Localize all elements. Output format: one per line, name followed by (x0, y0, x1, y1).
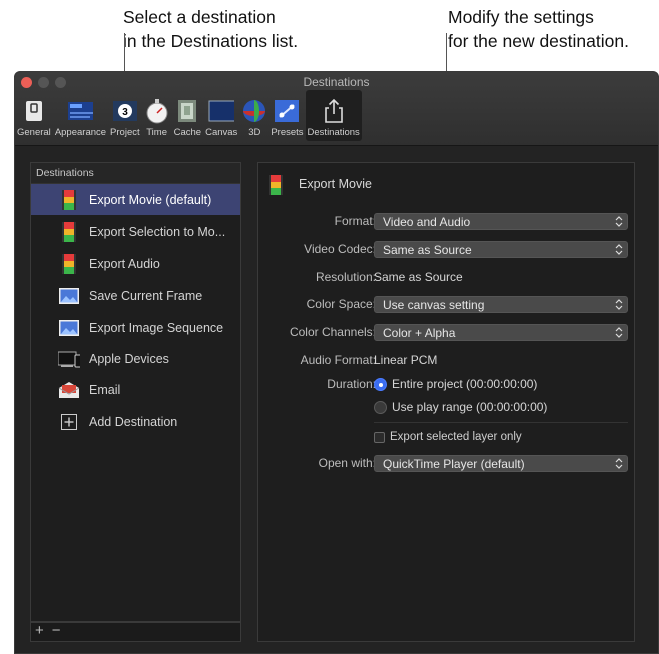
destination-label: Export Selection to Mo... (89, 224, 226, 239)
stopwatch-icon (144, 98, 170, 124)
sidebar-footer: + − (30, 622, 241, 642)
destination-label: Email (89, 382, 121, 397)
tab-presets-label: Presets (271, 127, 304, 138)
destination-export-selection[interactable]: Export Selection to Mo... (31, 216, 240, 247)
svg-text:3: 3 (122, 107, 128, 118)
tab-general[interactable]: General (15, 90, 53, 141)
tab-appearance[interactable]: Appearance (53, 90, 108, 141)
updown-chevron-icon (615, 457, 623, 475)
tab-3d[interactable]: 3D (239, 90, 269, 141)
color-space-label: Color Space: (306, 297, 376, 311)
color-space-value: Use canvas setting (383, 298, 485, 312)
film-icon (269, 175, 283, 200)
destination-label: Save Current Frame (89, 288, 203, 303)
devices-icon (58, 348, 80, 370)
tab-3d-label: 3D (248, 127, 261, 138)
project-icon: 3 (112, 98, 138, 124)
image-icon (58, 317, 80, 339)
tab-time-label: Time (146, 127, 167, 138)
updown-chevron-icon (615, 326, 623, 344)
remove-destination-button[interactable]: − (52, 622, 61, 639)
film-icon (58, 221, 80, 243)
add-destination[interactable]: Add Destination (31, 406, 240, 437)
film-icon (58, 253, 80, 275)
divider (374, 422, 628, 423)
video-codec-value: Same as Source (383, 243, 472, 257)
tab-destinations-label: Destinations (307, 127, 360, 138)
destination-label: Apple Devices (89, 351, 169, 366)
settings-title: Export Movie (299, 177, 372, 191)
destination-export-image-sequence[interactable]: Export Image Sequence (31, 312, 240, 343)
destination-apple-devices[interactable]: Apple Devices (31, 343, 240, 374)
email-icon (58, 379, 80, 401)
window-title: Destinations (303, 75, 370, 89)
format-value: Video and Audio (383, 215, 471, 229)
resolution-label: Resolution: (315, 270, 376, 284)
tab-destinations[interactable]: Destinations (305, 90, 362, 141)
duration-play-range-label: Use play range (00:00:00:00) (392, 400, 548, 414)
tab-general-label: General (17, 127, 51, 138)
duration-entire-project-label: Entire project (00:00:00:00) (392, 377, 538, 391)
title-bar: Destinations General Appearance 3 Projec… (15, 72, 658, 146)
color-channels-value: Color + Alpha (383, 326, 456, 340)
destination-label: Export Movie (default) (89, 192, 212, 207)
tab-cache[interactable]: Cache (172, 90, 203, 141)
callout-select-destination: Select a destination in the Destinations… (123, 7, 299, 51)
destination-export-movie[interactable]: Export Movie (default) (31, 184, 240, 215)
destinations-list: Destinations Export Movie (default) Expo… (30, 162, 241, 622)
tab-canvas[interactable]: Canvas (203, 90, 239, 141)
open-with-value: QuickTime Player (default) (383, 457, 525, 471)
tab-canvas-label: Canvas (205, 127, 238, 138)
destination-save-current-frame[interactable]: Save Current Frame (31, 280, 240, 311)
cache-icon (174, 98, 200, 124)
duration-label: Duration: (327, 377, 376, 391)
duration-entire-project-radio[interactable] (374, 378, 387, 391)
destination-label: Export Image Sequence (89, 320, 224, 335)
duration-play-range-radio[interactable] (374, 401, 387, 414)
tab-appearance-label: Appearance (54, 127, 107, 138)
preferences-toolbar: General Appearance 3 Project Time Cache … (15, 90, 362, 144)
plus-icon (58, 411, 80, 433)
resolution-value: Same as Source (374, 270, 463, 284)
share-icon (321, 98, 347, 124)
destinations-list-header: Destinations (31, 163, 240, 184)
presets-icon (274, 98, 300, 124)
updown-chevron-icon (615, 298, 623, 316)
tab-project[interactable]: 3 Project (108, 90, 142, 141)
tab-presets[interactable]: Presets (269, 90, 305, 141)
destination-settings-panel: Export Movie Format: Video and Audio Vid… (257, 162, 635, 642)
audio-format-value: Linear PCM (374, 353, 438, 367)
tab-time[interactable]: Time (142, 90, 172, 141)
open-with-popup[interactable]: QuickTime Player (default) (374, 455, 628, 472)
export-selected-layer-checkbox[interactable] (374, 432, 385, 443)
tab-project-label: Project (110, 127, 140, 138)
video-codec-label: Video Codec: (304, 242, 376, 256)
appearance-icon (67, 98, 94, 124)
format-popup[interactable]: Video and Audio (374, 213, 628, 230)
video-codec-popup[interactable]: Same as Source (374, 241, 628, 258)
preferences-window: Destinations General Appearance 3 Projec… (14, 71, 659, 654)
updown-chevron-icon (615, 215, 623, 233)
updown-chevron-icon (615, 243, 623, 261)
globe-3d-icon (241, 98, 267, 124)
canvas-icon (208, 98, 235, 124)
add-destination-button[interactable]: + (35, 622, 44, 639)
image-icon (58, 285, 80, 307)
callout-modify-settings: Modify the settings for the new destinat… (448, 7, 629, 51)
format-label: Format: (334, 214, 376, 228)
tab-cache-label: Cache (173, 127, 202, 138)
color-channels-popup[interactable]: Color + Alpha (374, 324, 628, 341)
destination-label: Export Audio (89, 256, 160, 271)
export-selected-layer-label: Export selected layer only (390, 431, 522, 443)
audio-format-label: Audio Format: (300, 353, 376, 367)
color-space-popup[interactable]: Use canvas setting (374, 296, 628, 313)
open-with-label: Open with: (318, 456, 376, 470)
destination-export-audio[interactable]: Export Audio (31, 248, 240, 279)
switch-icon (21, 98, 47, 124)
destination-email[interactable]: Email (31, 374, 240, 405)
destination-label: Add Destination (89, 414, 178, 429)
film-icon (58, 189, 80, 211)
color-channels-label: Color Channels: (289, 325, 376, 339)
